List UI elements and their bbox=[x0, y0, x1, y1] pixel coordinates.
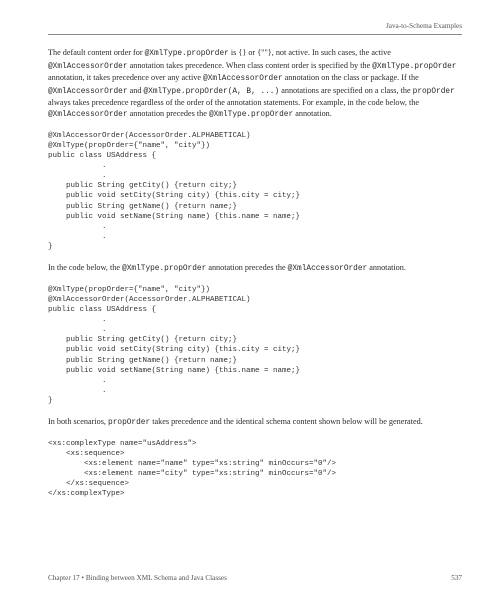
footer-chapter: Chapter 17 • Binding between XML Schema … bbox=[48, 574, 227, 582]
code-inline: propOrder bbox=[108, 419, 150, 427]
paragraph-3: In both scenarios, propOrder takes prece… bbox=[48, 416, 462, 429]
code-inline: @XmlType.propOrder bbox=[122, 265, 206, 273]
text-run: In the code below, the bbox=[48, 263, 122, 272]
page-header: Java-to-Schema Examples bbox=[48, 22, 462, 35]
text-run: annotation, it takes precedence over any… bbox=[48, 73, 203, 82]
code-inline: @XmlType.propOrder bbox=[372, 63, 456, 71]
code-inline: @XmlAccessorOrder bbox=[48, 63, 128, 71]
code-inline: @XmlType.propOrder bbox=[145, 50, 229, 58]
code-inline: @XmlAccessorOrder bbox=[288, 265, 368, 273]
section-title: Java-to-Schema Examples bbox=[386, 22, 462, 30]
code-inline: @XmlAccessorOrder bbox=[48, 88, 128, 96]
paragraph-2: In the code below, the @XmlType.propOrde… bbox=[48, 262, 462, 275]
text-run: always takes precedence regardless of th… bbox=[48, 98, 419, 107]
code-inline: @XmlType.propOrder bbox=[209, 111, 293, 119]
text-run: annotations are specified on a class, th… bbox=[279, 86, 412, 95]
text-run: annotation. bbox=[293, 109, 332, 118]
paragraph-1: The default content order for @XmlType.p… bbox=[48, 47, 462, 121]
code-block-2: @XmlType(propOrder={"name", "city"}) @Xm… bbox=[48, 285, 462, 407]
code-inline: @XmlAccessorOrder bbox=[48, 111, 128, 119]
page-footer: Chapter 17 • Binding between XML Schema … bbox=[48, 574, 462, 582]
code-inline: @XmlType.propOrder(A, B, ...) bbox=[143, 88, 279, 96]
code-block-3: <xs:complexType name="usAddress"> <xs:se… bbox=[48, 439, 462, 500]
text-run: annotation precedes the bbox=[128, 109, 209, 118]
text-run: The default content order for bbox=[48, 48, 145, 57]
text-run: annotation precedes the bbox=[206, 263, 287, 272]
text-run: annotation takes precedence. When class … bbox=[128, 61, 373, 70]
text-run: is {} or {""}, not active. In such cases… bbox=[229, 48, 391, 57]
code-inline: propOrder bbox=[413, 88, 455, 96]
code-inline: @XmlAccessorOrder bbox=[203, 75, 283, 83]
footer-page-number: 537 bbox=[451, 574, 462, 582]
text-run: annotation. bbox=[367, 263, 406, 272]
text-run: In both scenarios, bbox=[48, 417, 108, 426]
text-run: annotation on the class or package. If t… bbox=[283, 73, 419, 82]
text-run: and bbox=[128, 86, 144, 95]
text-run: takes precedence and the identical schem… bbox=[150, 417, 423, 426]
code-block-1: @XmlAccessorOrder(AccessorOrder.ALPHABET… bbox=[48, 131, 462, 253]
